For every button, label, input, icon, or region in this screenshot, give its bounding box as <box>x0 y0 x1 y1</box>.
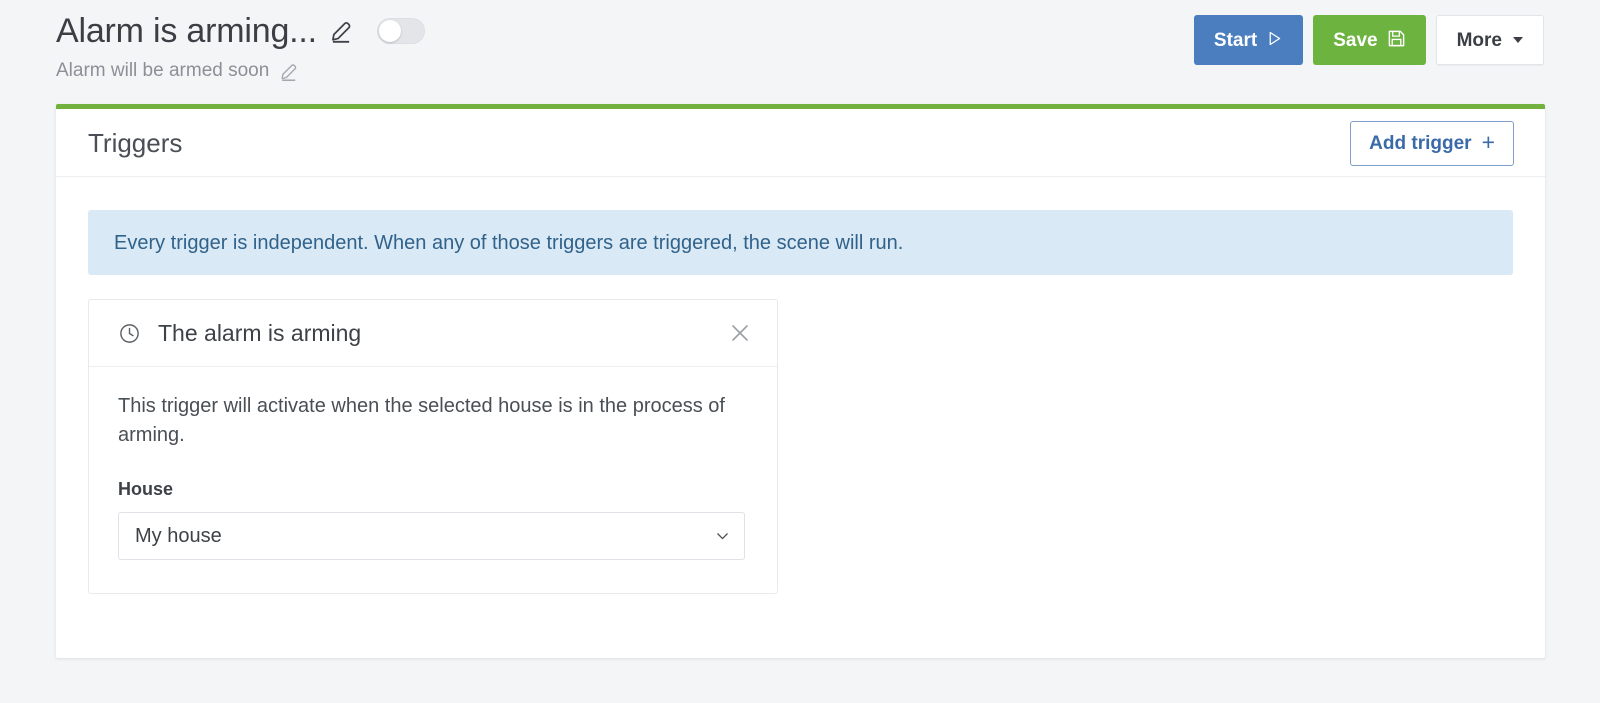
more-button[interactable]: More <box>1435 15 1544 65</box>
info-banner: Every trigger is independent. When any o… <box>88 210 1513 275</box>
start-button[interactable]: Start <box>1193 15 1304 65</box>
scene-enabled-toggle[interactable] <box>376 18 425 44</box>
toggle-knob <box>378 20 401 42</box>
close-icon[interactable] <box>729 322 751 344</box>
house-field-label: House <box>118 479 174 499</box>
trigger-item-body: This trigger will activate when the sele… <box>89 367 777 593</box>
triggers-card-header: Triggers Add trigger + <box>56 109 1545 177</box>
house-select-wrapper: My house <box>118 512 745 560</box>
caret-down-icon <box>1513 37 1523 43</box>
page-subtitle: Alarm will be armed soon <box>56 60 270 81</box>
triggers-card-body: Every trigger is independent. When any o… <box>56 177 1545 594</box>
play-icon <box>1266 30 1283 51</box>
save-button[interactable]: Save <box>1313 15 1426 65</box>
page-header: Alarm is arming... Alarm will be armed s… <box>0 0 1600 104</box>
trigger-item: The alarm is arming This trigger will ac… <box>88 299 778 594</box>
more-button-label: More <box>1456 29 1502 51</box>
trigger-item-header: The alarm is arming <box>89 300 777 367</box>
app-page: Alarm is arming... Alarm will be armed s… <box>0 0 1600 703</box>
house-select[interactable]: My house <box>118 512 745 560</box>
title-block: Alarm is arming... Alarm will be armed s… <box>56 8 425 84</box>
start-button-label: Start <box>1213 29 1258 51</box>
pencil-icon[interactable] <box>279 61 300 82</box>
section-title: Triggers <box>88 127 183 158</box>
subtitle-row: Alarm will be armed soon <box>56 58 425 84</box>
save-button-label: Save <box>1333 29 1378 51</box>
page-title: Alarm is arming... <box>56 12 317 50</box>
clock-icon <box>118 322 141 345</box>
trigger-item-title: The alarm is arming <box>158 320 362 346</box>
title-row: Alarm is arming... <box>56 8 425 54</box>
pencil-icon[interactable] <box>329 18 355 44</box>
trigger-description: This trigger will activate when the sele… <box>118 395 725 446</box>
plus-icon: + <box>1481 129 1495 155</box>
add-trigger-button[interactable]: Add trigger + <box>1350 121 1514 166</box>
floppy-disk-icon <box>1387 29 1406 52</box>
house-select-value: My house <box>135 524 222 547</box>
add-trigger-label: Add trigger <box>1369 132 1472 154</box>
triggers-card: Triggers Add trigger + Every trigger is … <box>56 104 1545 658</box>
header-actions: Start Save More <box>1193 15 1544 65</box>
